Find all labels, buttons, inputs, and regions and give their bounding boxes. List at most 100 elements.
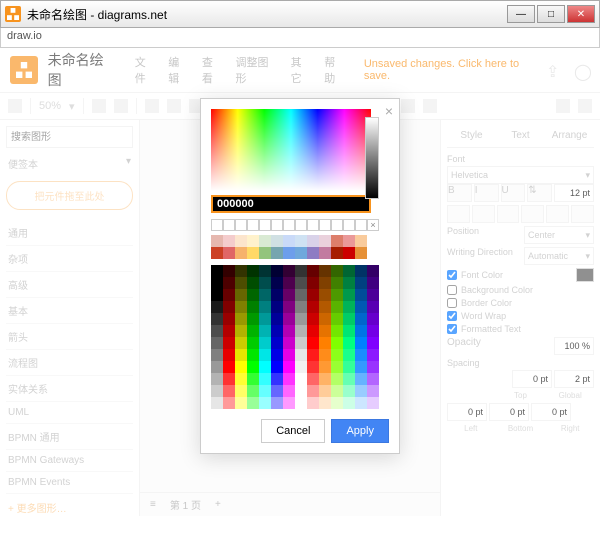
swatch-color[interactable] [295,313,307,325]
swatch-color[interactable] [367,337,379,349]
swatch-color[interactable] [355,289,367,301]
recent-slot[interactable] [319,219,331,231]
swatch-color[interactable] [235,349,247,361]
preset-color[interactable] [295,235,307,247]
hex-input[interactable]: 000000 [211,195,371,213]
swatch-color[interactable] [211,265,223,277]
swatch-color[interactable] [211,361,223,373]
swatch-color[interactable] [283,301,295,313]
swatch-color[interactable] [283,313,295,325]
swatch-color[interactable] [343,325,355,337]
preset-color[interactable] [271,247,283,259]
preset-color[interactable] [295,247,307,259]
preset-color[interactable] [223,247,235,259]
swatch-color[interactable] [307,373,319,385]
preset-color[interactable] [307,235,319,247]
swatch-color[interactable] [319,325,331,337]
swatch-color[interactable] [367,313,379,325]
swatch-color[interactable] [223,277,235,289]
swatch-color[interactable] [235,385,247,397]
swatch-color[interactable] [307,301,319,313]
swatch-color[interactable] [247,277,259,289]
swatch-color[interactable] [247,313,259,325]
swatch-color[interactable] [367,301,379,313]
swatch-color[interactable] [211,349,223,361]
swatch-color[interactable] [283,361,295,373]
swatch-color[interactable] [355,265,367,277]
preset-color[interactable] [319,235,331,247]
preset-color[interactable] [319,247,331,259]
swatch-color[interactable] [271,337,283,349]
swatch-color[interactable] [319,397,331,409]
preset-color[interactable] [355,247,367,259]
swatch-color[interactable] [223,301,235,313]
preset-color[interactable] [259,247,271,259]
swatch-color[interactable] [367,265,379,277]
swatch-color[interactable] [247,289,259,301]
preset-color[interactable] [343,247,355,259]
swatch-color[interactable] [235,313,247,325]
swatch-color[interactable] [223,349,235,361]
preset-color[interactable] [283,235,295,247]
swatch-color[interactable] [295,325,307,337]
preset-color[interactable] [283,247,295,259]
swatch-color[interactable] [367,325,379,337]
recent-slot[interactable] [235,219,247,231]
swatch-color[interactable] [211,325,223,337]
swatch-color[interactable] [235,361,247,373]
swatch-color[interactable] [211,397,223,409]
close-button[interactable]: ✕ [567,5,595,23]
swatch-color[interactable] [367,385,379,397]
swatch-color[interactable] [343,385,355,397]
swatch-color[interactable] [355,301,367,313]
swatch-color[interactable] [343,301,355,313]
swatch-color[interactable] [247,385,259,397]
swatch-color[interactable] [367,289,379,301]
swatch-color[interactable] [331,325,343,337]
preset-color[interactable] [343,235,355,247]
preset-color[interactable] [223,235,235,247]
swatch-color[interactable] [343,349,355,361]
swatch-color[interactable] [343,265,355,277]
swatch-color[interactable] [223,361,235,373]
swatch-color[interactable] [295,397,307,409]
swatch-color[interactable] [295,265,307,277]
swatch-color[interactable] [235,265,247,277]
swatch-color[interactable] [331,301,343,313]
swatch-color[interactable] [355,373,367,385]
swatch-color[interactable] [223,397,235,409]
swatch-color[interactable] [307,385,319,397]
recent-slot[interactable] [295,219,307,231]
swatch-color[interactable] [271,325,283,337]
swatch-color[interactable] [331,313,343,325]
recent-slot[interactable] [247,219,259,231]
swatch-color[interactable] [283,397,295,409]
swatch-color[interactable] [343,289,355,301]
swatch-color[interactable] [355,313,367,325]
swatch-color[interactable] [331,385,343,397]
swatch-color[interactable] [259,373,271,385]
swatch-color[interactable] [331,373,343,385]
swatch-color[interactable] [223,337,235,349]
preset-color[interactable] [235,235,247,247]
recent-slot[interactable] [331,219,343,231]
swatch-color[interactable] [259,397,271,409]
swatch-color[interactable] [331,397,343,409]
swatch-color[interactable] [271,313,283,325]
swatch-color[interactable] [331,265,343,277]
swatch-color[interactable] [307,265,319,277]
swatch-color[interactable] [295,385,307,397]
swatch-color[interactable] [235,373,247,385]
maximize-button[interactable]: □ [537,5,565,23]
swatch-color[interactable] [295,289,307,301]
swatch-color[interactable] [247,349,259,361]
swatch-color[interactable] [295,361,307,373]
swatch-color[interactable] [283,277,295,289]
swatch-color[interactable] [307,289,319,301]
swatch-color[interactable] [343,361,355,373]
swatch-color[interactable] [247,265,259,277]
swatch-color[interactable] [367,277,379,289]
preset-color[interactable] [331,235,343,247]
swatch-color[interactable] [307,325,319,337]
swatch-color[interactable] [223,313,235,325]
